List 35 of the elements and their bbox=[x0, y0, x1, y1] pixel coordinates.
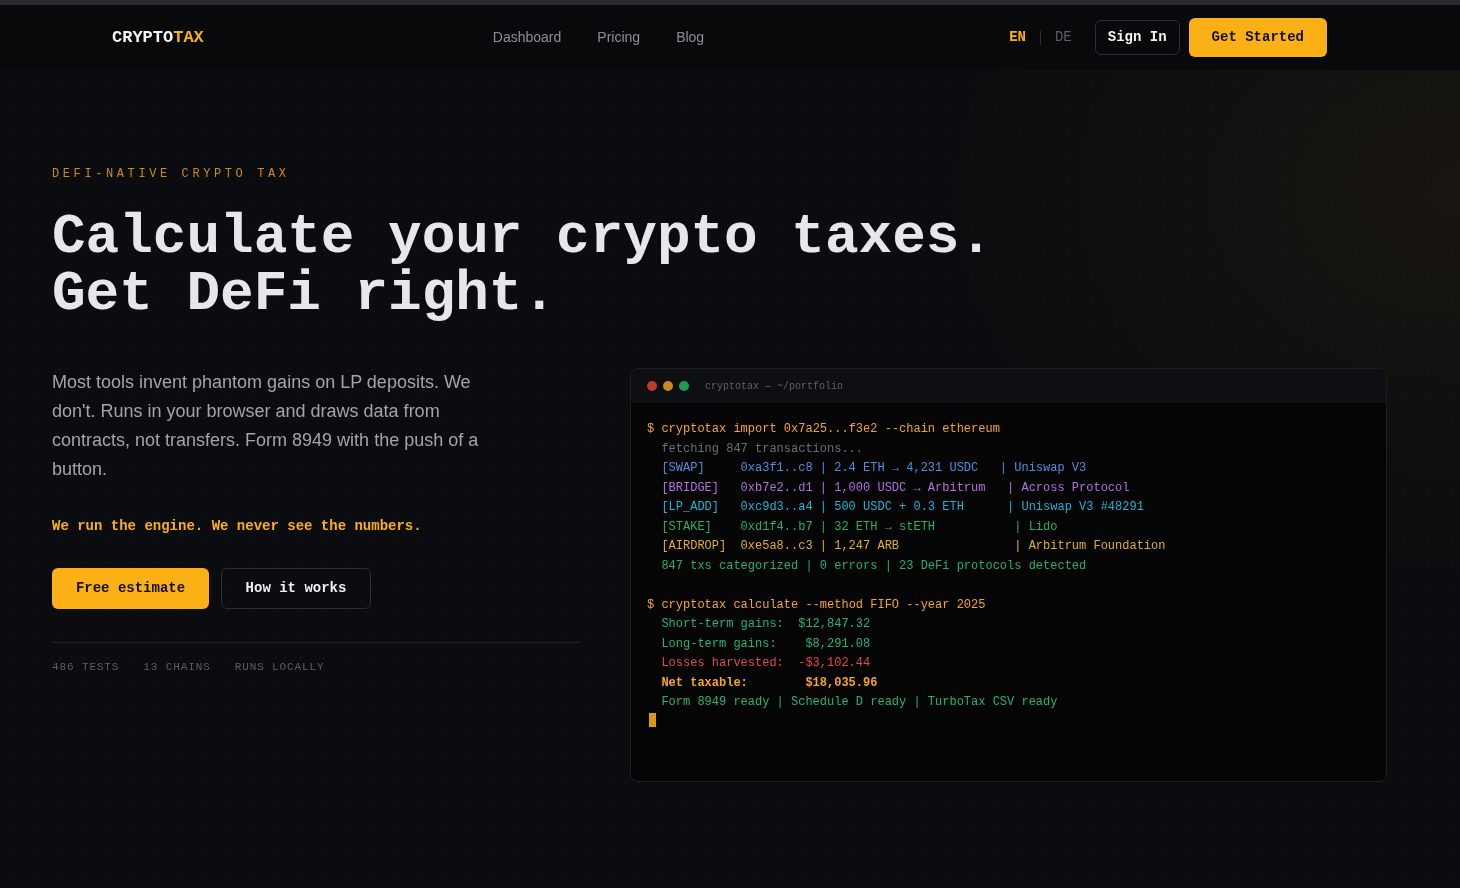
nav-link[interactable]: Pricing bbox=[597, 27, 641, 48]
terminal-output: 847 txs categorized | 0 errors | 23 DeFi protocols detected bbox=[660, 557, 1087, 575]
stat-label: 486 TESTS bbox=[52, 660, 120, 675]
terminal-output: [STAKE] 0xd1f4..b7 | 32 ETH → stETH | Lido bbox=[660, 518, 1058, 536]
language-option[interactable]: EN bbox=[1009, 27, 1026, 48]
window-dot-icon bbox=[679, 381, 689, 391]
cursor-icon bbox=[649, 712, 656, 727]
logo[interactable]: CRYPTOTAX bbox=[112, 24, 204, 51]
hero-title: Calculate your crypto taxes. Get DeFi right. bbox=[52, 209, 994, 323]
terminal-output: [AIRDROP] 0xe5a8..c3 | 1,247 ARB | Arbitrum Foundation bbox=[660, 538, 1166, 555]
stat-label: RUNS LOCALLY bbox=[234, 660, 325, 675]
tagline: We run the engine. We never see the numbers. bbox=[52, 517, 422, 536]
free-estimate-button[interactable]: Free estimate bbox=[52, 568, 209, 609]
terminal-title: cryptotax — ~/portfolio bbox=[705, 379, 844, 394]
terminal-output: Form 8949 ready | Schedule D ready | TurboTax CSV ready bbox=[660, 694, 1058, 711]
terminal-output: Net taxable: $18,035.96 bbox=[660, 674, 878, 692]
nav-link[interactable]: Blog bbox=[676, 27, 705, 48]
sign-in-button[interactable]: Sign In bbox=[1094, 20, 1180, 55]
terminal-output: Long-term gains: $8,291.08 bbox=[660, 635, 871, 653]
stat-label: 13 CHAINS bbox=[143, 660, 211, 675]
how-it-works-button[interactable]: How it works bbox=[221, 568, 371, 609]
get-started-button[interactable]: Get Started bbox=[1188, 18, 1327, 57]
window-dot-icon bbox=[663, 381, 673, 391]
hero-description: Most tools invent phantom gains on LP deposits. We don't. Runs in your browser and draws data from contracts, not transfers. Form 8949 with the push of a button. bbox=[52, 371, 480, 481]
terminal-output: Short-term gains: $12,847.32 bbox=[660, 616, 871, 633]
terminal-output: fetching 847 transactions... bbox=[660, 440, 864, 458]
terminal-output: [SWAP] 0xa3f1..c8 | 2.4 ETH → 4,231 USDC | Uniswap V3 bbox=[660, 460, 1087, 477]
nav-link[interactable]: Dashboard bbox=[492, 27, 562, 48]
terminal-command: $ cryptotax import 0x7a25...f3e2 --chain ethereum bbox=[647, 421, 1000, 438]
window-dot-icon bbox=[647, 381, 657, 391]
terminal-output: [BRIDGE] 0xb7e2..d1 | 1,000 USDC → Arbitrum | Across Protocol bbox=[660, 479, 1130, 497]
eyebrow-label: DEFI-NATIVE CRYPTO TAX bbox=[52, 166, 290, 182]
terminal-output: [LP_ADD] 0xc9d3..a4 | 500 USDC + 0.3 ETH | Uniswap V3 #48291 bbox=[660, 499, 1144, 516]
terminal-output: Losses harvested: -$3,102.44 bbox=[660, 655, 871, 672]
terminal-command: $ cryptotax calculate --method FIFO --year 2025 bbox=[647, 596, 986, 614]
